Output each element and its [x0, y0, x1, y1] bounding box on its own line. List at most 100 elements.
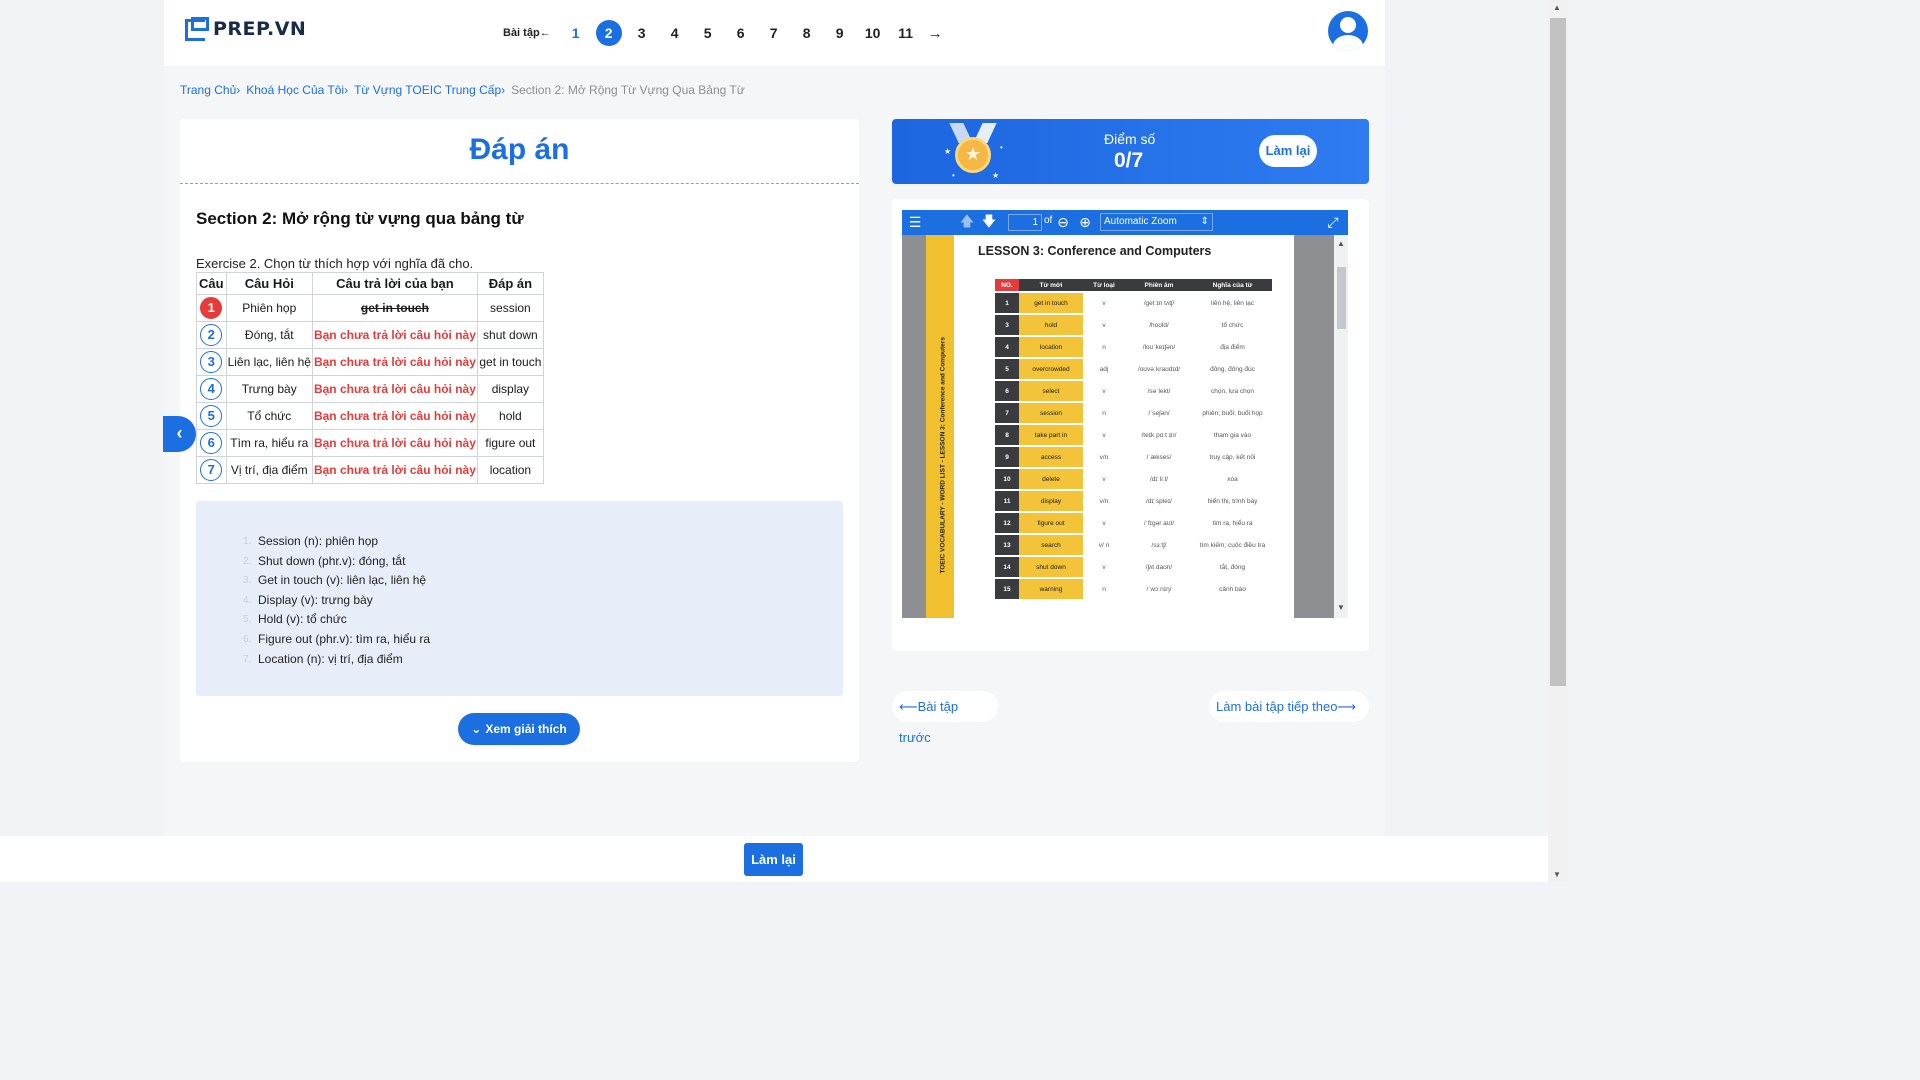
vocab-cell: v — [1102, 387, 1106, 395]
scroll-down-icon[interactable]: ▼ — [1337, 603, 1345, 612]
retry-button-top[interactable]: Làm lại — [1259, 135, 1317, 167]
previous-exercise-button[interactable]: ⟵Bài tập trước — [892, 691, 998, 745]
vocab-row: 7 session n/ˈseʃən/phiên; buổi; buổi họp — [995, 403, 1272, 423]
exercise-9[interactable]: 9 — [827, 20, 853, 46]
exercise-2[interactable]: 2 — [595, 20, 622, 46]
avatar[interactable] — [1328, 11, 1368, 51]
list-item: Location (n): vị trí, địa điểm — [243, 650, 403, 669]
pdf-scroll-thumb[interactable] — [1337, 267, 1346, 329]
question-number[interactable]: 2 — [196, 321, 227, 349]
exercise-1[interactable]: 1 — [563, 20, 589, 46]
retry-button[interactable]: Làm lại — [744, 843, 803, 876]
score-label: Điểm số — [1104, 131, 1156, 147]
question-text: Liên lạc, liên hệ — [225, 348, 313, 376]
vocab-cell: take part in — [1019, 425, 1083, 445]
pdf-page-area[interactable]: TOEIC VOCABULARY - WORD LIST - LESSON 3:… — [902, 235, 1348, 618]
arrow-down-icon[interactable]: 🡇 — [978, 211, 1000, 235]
score-value: 0/7 — [1114, 149, 1144, 172]
vocab-cell: v/n — [1099, 453, 1109, 461]
next-exercise-button[interactable]: Làm bài tập tiếp theo⟶ — [1209, 691, 1369, 722]
exercise-11[interactable]: 11 — [893, 20, 919, 46]
vocab-cell: shut down — [1019, 557, 1083, 577]
vocab-cell: search — [1019, 535, 1083, 555]
exercise-10[interactable]: 10 — [860, 20, 886, 46]
fullscreen-icon[interactable]: ⤢ — [1322, 214, 1344, 231]
zoom-out-icon[interactable]: ⊖ — [1052, 214, 1074, 231]
question-number[interactable]: 4 — [196, 375, 227, 403]
exercise-4[interactable]: 4 — [662, 20, 688, 46]
show-explanation-button[interactable]: ⌄ Xem giải thích — [458, 713, 580, 745]
user-answer: Bạn chưa trả lời câu hỏi này — [311, 348, 478, 376]
logo-icon — [185, 17, 209, 41]
correct-answer: location — [476, 456, 544, 484]
exercise-7[interactable]: 7 — [761, 20, 787, 46]
breadcrumb: Trang Chủ› Khoá Học Của Tôi› Từ Vựng TOE… — [180, 83, 745, 97]
table-row: 5 Tổ chức Bạn chưa trả lời câu hỏi này hold — [196, 402, 544, 430]
exercise-prev-arrow-icon[interactable]: ← — [540, 27, 551, 39]
vocab-cell: /teɪk pɑːt ɪn/ — [1141, 431, 1177, 439]
logo[interactable]: PREP.VN — [185, 17, 306, 41]
user-answer: Bạn chưa trả lời câu hỏi này — [311, 456, 478, 484]
user-answer: Bạn chưa trả lời câu hỏi này — [311, 375, 478, 403]
correct-answer: display — [476, 375, 544, 403]
table-row: 3 Liên lạc, liên hệ Bạn chưa trả lời câu h… — [196, 348, 544, 376]
correct-answer: session — [476, 294, 544, 322]
zoom-select[interactable]: Automatic Zoom ⇕ — [1100, 213, 1213, 231]
question-number[interactable]: 1 — [196, 294, 227, 322]
vocab-row: 1 get in touch v/ɡet ɪn tʌtʃ/liên hệ, liên… — [995, 293, 1272, 313]
vocab-header-no: NO. — [995, 279, 1019, 291]
exercise-next-arrow-icon[interactable]: → — [928, 25, 943, 42]
breadcrumb-home[interactable]: Trang Chủ› — [180, 83, 240, 97]
vocab-cell: /ɡet ɪn tʌtʃ/ — [1143, 299, 1175, 307]
vocab-row: 5 overcrowded adj/oʊvəˈkraʊdɪd/đông, đông … — [995, 359, 1272, 379]
breadcrumb-course[interactable]: Từ Vựng TOEIC Trung Cấp› — [354, 83, 505, 97]
menu-icon[interactable]: ☰ — [904, 214, 926, 231]
exercise-nav: Bài tập← 1 2 3 4 5 6 7 8 9 10 11 → — [503, 19, 943, 47]
arrow-right-icon: ⟶ — [1337, 699, 1357, 714]
vocab-row: 12 figure out v/ˈfɪɡər aʊt/tìm ra, hiểu ra — [995, 513, 1272, 533]
scroll-down-icon[interactable]: ▼ — [1553, 870, 1561, 879]
vocab-cell: tìm ra, hiểu ra — [1212, 519, 1253, 527]
question-number[interactable]: 3 — [196, 348, 227, 376]
show-explanation-label: Xem giải thích — [485, 722, 567, 736]
vocab-cell: n — [1102, 343, 1106, 351]
vocab-cell: chọn, lựa chọn — [1210, 387, 1255, 395]
scroll-up-icon[interactable]: ▲ — [1337, 239, 1345, 248]
page-number-input[interactable] — [1008, 214, 1042, 231]
exercise-8[interactable]: 8 — [794, 20, 820, 46]
pdf-page: TOEIC VOCABULARY - WORD LIST - LESSON 3:… — [926, 235, 1294, 618]
next-exercise-label: Làm bài tập tiếp theo — [1216, 699, 1338, 714]
list-item: Figure out (phr.v): tìm ra, hiểu ra — [243, 630, 431, 649]
vocab-cell: 10 — [995, 469, 1019, 489]
vocab-cell: access — [1019, 447, 1083, 467]
list-item: Display (v): trưng bày — [243, 591, 373, 610]
exercise-6[interactable]: 6 — [728, 20, 754, 46]
page-scroll-thumb[interactable] — [1550, 18, 1566, 686]
vocab-cell: select — [1019, 381, 1083, 401]
vocab-cell: /ˈækses/ — [1146, 453, 1172, 461]
col-header-correct: Đáp án — [476, 272, 544, 295]
vocab-cell: overcrowded — [1019, 359, 1083, 379]
exercise-5[interactable]: 5 — [695, 20, 721, 46]
question-number[interactable]: 6 — [196, 429, 227, 457]
vocab-cell: /ˈwɔːnɪŋ/ — [1146, 585, 1172, 593]
question-number[interactable]: 7 — [196, 456, 227, 484]
page-scrollbar[interactable]: ▲ ▼ — [1548, 0, 1568, 882]
vocab-cell: adj — [1099, 365, 1109, 373]
vocab-cell: /hoʊld/ — [1149, 321, 1169, 329]
zoom-in-icon[interactable]: ⊕ — [1074, 214, 1096, 231]
vocab-cell: 12 — [995, 513, 1019, 533]
pdf-scrollbar[interactable]: ▲ ▼ — [1334, 235, 1348, 618]
vocab-cell: display — [1019, 491, 1083, 511]
vocab-cell: tổ chức — [1221, 321, 1244, 329]
breadcrumb-my-courses[interactable]: Khoá Học Của Tôi› — [246, 83, 348, 97]
arrow-up-icon[interactable]: 🡅 — [956, 211, 978, 235]
pdf-side-band: TOEIC VOCABULARY - WORD LIST - LESSON 3:… — [926, 235, 954, 618]
vocab-cell: liên hệ, liên lạc — [1211, 299, 1254, 307]
scroll-up-icon[interactable]: ▲ — [1553, 3, 1561, 12]
vocab-header-word: Từ mới — [1019, 279, 1083, 291]
correct-answer: shut down — [476, 321, 544, 349]
vocab-cell: đông, đông đúc — [1210, 365, 1255, 373]
exercise-3[interactable]: 3 — [629, 20, 655, 46]
question-number[interactable]: 5 — [196, 402, 227, 430]
